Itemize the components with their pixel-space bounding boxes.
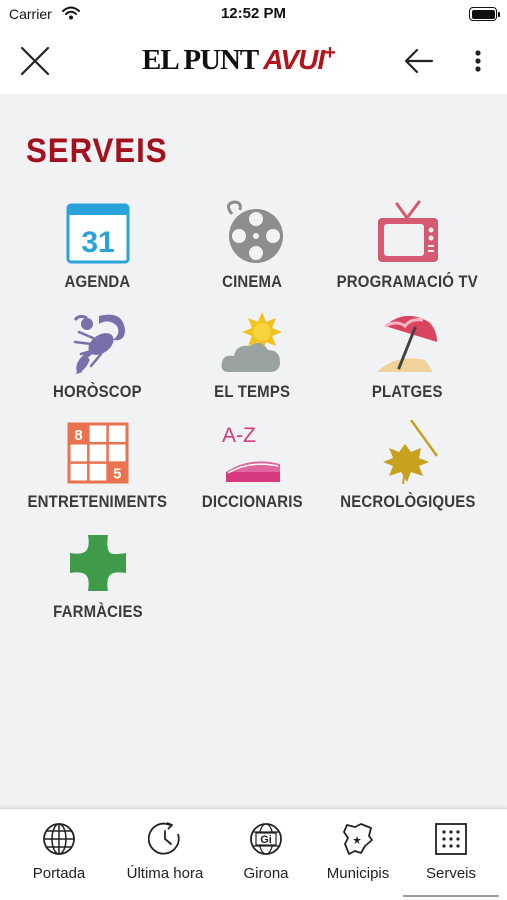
sudoku-icon: 8 5 [65, 420, 131, 486]
tab-ultima-hora[interactable]: Última hora [115, 821, 215, 891]
clock-time: 12:52 PM [220, 5, 287, 22]
service-label: EL TEMPS [214, 382, 291, 401]
service-label: PLATGES [372, 382, 443, 401]
tab-girona[interactable]: Gi Girona [216, 821, 316, 891]
tab-label: Municipis [326, 865, 390, 882]
service-entreteniments[interactable]: 8 5 ENTRETENIMENTS [20, 420, 175, 530]
app-header: EL PUNT AVUI + [0, 30, 507, 94]
pharmacy-cross-icon [65, 530, 131, 596]
grid-icon [433, 821, 469, 857]
service-farmacies[interactable]: FARMÀCIES [20, 530, 175, 640]
map-icon [340, 821, 376, 857]
status-bar: Carrier 12:52 PM [0, 0, 507, 30]
dictionary-az-text: A-Z [222, 424, 256, 447]
calendar-icon: 31 [65, 200, 131, 266]
girona-badge-text: Gi [260, 834, 272, 846]
scorpion-icon [65, 310, 131, 376]
service-label: CINEMA [222, 272, 283, 291]
service-label: AGENDA [64, 272, 131, 291]
service-label: PROGRAMACIÓ TV [336, 272, 479, 291]
service-horoscop[interactable]: HORÒSCOP [20, 310, 175, 420]
tab-label: Serveis [425, 865, 477, 882]
close-icon [20, 46, 50, 76]
dictionary-icon: A-Z [220, 420, 286, 486]
back-button[interactable] [402, 44, 436, 78]
service-programacio-tv[interactable]: PROGRAMACIÓ TV [330, 200, 485, 310]
sudoku-digit-text: 5 [113, 466, 121, 483]
service-label: DICCIONARIS [202, 492, 303, 511]
service-cinema[interactable]: CINEMA [175, 200, 330, 310]
battery-icon [469, 7, 500, 21]
service-label: NECROLÒGIQUES [339, 492, 476, 511]
leaf-icon [375, 420, 441, 486]
page-title: SERVEIS [26, 132, 168, 170]
vertical-dots-icon [475, 50, 481, 72]
service-label: HORÒSCOP [53, 382, 142, 401]
services-content: SERVEIS 31 AGENDA CINEMA PROGRAMACIÓ TV … [0, 94, 507, 808]
more-options-button[interactable] [466, 44, 490, 78]
bottom-tab-bar: Portada Última hora Gi Girona Municipis … [0, 808, 507, 900]
services-grid: 31 AGENDA CINEMA PROGRAMACIÓ TV HORÒSCOP… [20, 200, 485, 640]
weather-icon [220, 310, 286, 376]
service-el-temps[interactable]: EL TEMPS [175, 310, 330, 420]
globe-icon [41, 821, 77, 857]
tab-portada[interactable]: Portada [9, 821, 109, 891]
tab-serveis[interactable]: Serveis [401, 821, 501, 897]
arrow-left-icon [404, 48, 434, 74]
tab-label: Girona [243, 865, 289, 882]
close-button[interactable] [16, 42, 54, 80]
service-label: FARMÀCIES [52, 602, 143, 621]
girona-globe-icon: Gi [248, 821, 284, 857]
service-label: ENTRETENIMENTS [27, 492, 168, 511]
service-necrologiques[interactable]: NECROLÒGIQUES [330, 420, 485, 530]
service-platges[interactable]: PLATGES [330, 310, 485, 420]
tab-label: Última hora [126, 865, 204, 882]
clock-icon [147, 821, 183, 857]
tab-label: Portada [32, 865, 86, 882]
sudoku-digit-text: 8 [74, 427, 82, 444]
logo-plus-text: + [324, 42, 336, 64]
brand-logo: EL PUNT AVUI + [142, 42, 336, 78]
television-icon [375, 200, 441, 266]
logo-accent-text: AVUI [263, 44, 325, 75]
film-reel-icon [220, 200, 286, 266]
calendar-day-text: 31 [81, 226, 114, 259]
service-diccionaris[interactable]: A-Z DICCIONARIS [175, 420, 330, 530]
tab-municipis[interactable]: Municipis [308, 821, 408, 891]
logo-main-text: EL PUNT [142, 44, 259, 76]
beach-umbrella-icon [375, 310, 441, 376]
service-agenda[interactable]: 31 AGENDA [20, 200, 175, 310]
